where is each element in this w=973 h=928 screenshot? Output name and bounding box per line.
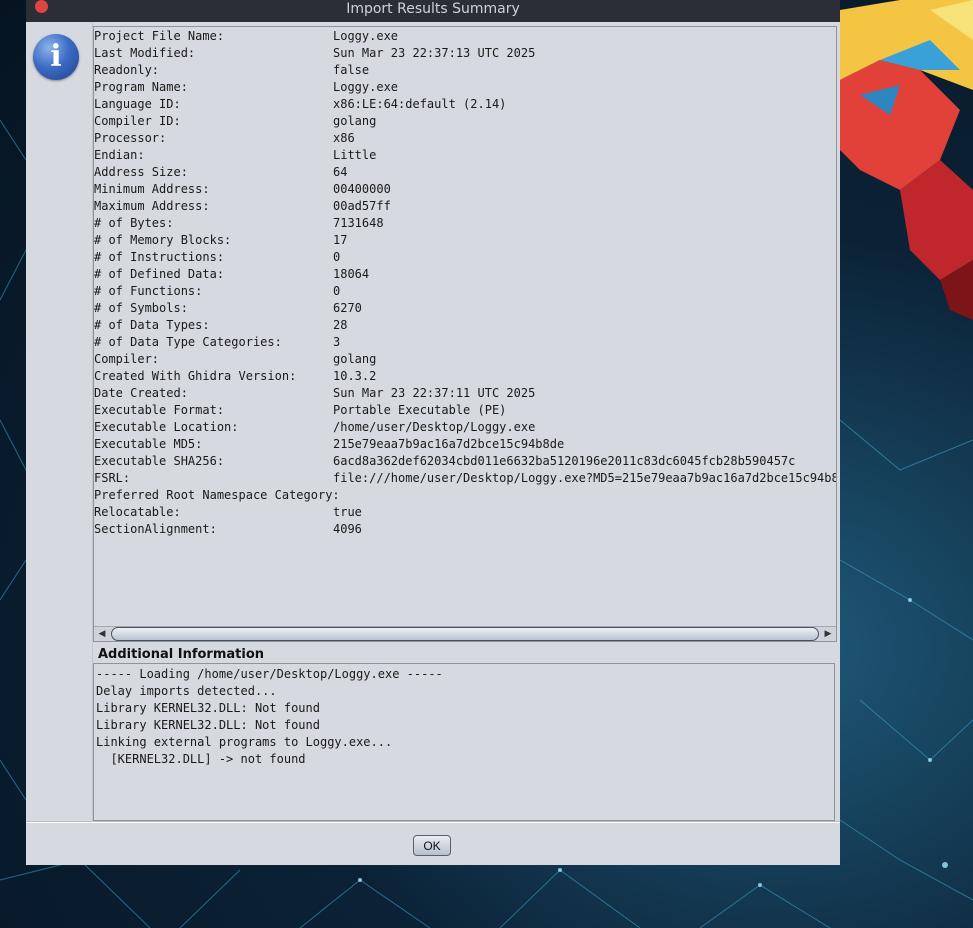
summary-value: 17 bbox=[333, 233, 348, 247]
summary-key: Program Name: bbox=[94, 80, 188, 94]
log-line: Library KERNEL32.DLL: Not found bbox=[96, 701, 320, 715]
additional-information-pane[interactable]: ----- Loading /home/user/Desktop/Loggy.e… bbox=[93, 663, 835, 821]
summary-key: Executable SHA256: bbox=[94, 454, 225, 468]
additional-information-heading: Additional Information bbox=[98, 647, 265, 662]
summary-value: Loggy.exe bbox=[333, 80, 399, 94]
summary-key: Language ID: bbox=[94, 97, 181, 111]
import-results-dialog: Import Results Summary i Project File Na… bbox=[26, 0, 840, 865]
ok-button[interactable]: OK bbox=[413, 835, 451, 856]
summary-value: 6acd8a362def62034cbd011e6632ba5120196e20… bbox=[333, 454, 796, 468]
summary-value: 215e79eaa7b9ac16a7d2bce15c94b8de bbox=[333, 437, 565, 451]
window-title: Import Results Summary bbox=[346, 1, 520, 17]
summary-key: # of Instructions: bbox=[94, 250, 225, 264]
summary-value: 6270 bbox=[333, 301, 362, 315]
summary-value: golang bbox=[333, 114, 377, 128]
summary-value: 0 bbox=[333, 250, 341, 264]
summary-key: # of Defined Data: bbox=[94, 267, 225, 281]
divider bbox=[26, 822, 840, 823]
summary-key: FSRL: bbox=[94, 471, 131, 485]
log-line: Linking external programs to Loggy.exe..… bbox=[96, 735, 393, 749]
summary-key: SectionAlignment: bbox=[94, 522, 217, 536]
summary-key: Maximum Address: bbox=[94, 199, 210, 213]
summary-key: Preferred Root Namespace Category: bbox=[94, 488, 340, 502]
info-icon: i bbox=[33, 34, 79, 80]
summary-key: Executable Location: bbox=[94, 420, 239, 434]
summary-value: 7131648 bbox=[333, 216, 384, 230]
summary-value: x86:LE:64:default (2.14) bbox=[333, 97, 507, 111]
summary-value: 00ad57ff bbox=[333, 199, 391, 213]
horizontal-scrollbar[interactable]: ◀ ▶ bbox=[94, 626, 836, 641]
summary-key: # of Symbols: bbox=[94, 301, 188, 315]
summary-value: x86 bbox=[333, 131, 355, 145]
log-line: Delay imports detected... bbox=[96, 684, 277, 698]
scroll-right-icon[interactable]: ▶ bbox=[821, 627, 835, 641]
summary-value: 10.3.2 bbox=[333, 369, 377, 383]
summary-key: Processor: bbox=[94, 131, 167, 145]
summary-key: Date Created: bbox=[94, 386, 188, 400]
summary-value: 18064 bbox=[333, 267, 370, 281]
summary-value: Little bbox=[333, 148, 377, 162]
summary-key: Project File Name: bbox=[94, 29, 225, 43]
summary-key: Endian: bbox=[94, 148, 145, 162]
summary-value: 0 bbox=[333, 284, 341, 298]
summary-key: Compiler: bbox=[94, 352, 160, 366]
summary-key: # of Data Type Categories: bbox=[94, 335, 282, 349]
log-line: [KERNEL32.DLL] -> not found bbox=[96, 752, 306, 766]
summary-value: Portable Executable (PE) bbox=[333, 403, 507, 417]
log-line: ----- Loading /home/user/Desktop/Loggy.e… bbox=[96, 667, 443, 681]
summary-value: 28 bbox=[333, 318, 348, 332]
summary-value: file:///home/user/Desktop/Loggy.exe?MD5=… bbox=[333, 471, 836, 485]
summary-key: Readonly: bbox=[94, 63, 160, 77]
summary-value: golang bbox=[333, 352, 377, 366]
summary-key: Minimum Address: bbox=[94, 182, 210, 196]
summary-value: 4096 bbox=[333, 522, 362, 536]
summary-value: true bbox=[333, 505, 362, 519]
summary-key: Compiler ID: bbox=[94, 114, 181, 128]
summary-text-pane[interactable]: Project File Name: Loggy.exe Last Modified… bbox=[93, 26, 837, 642]
summary-value: Loggy.exe bbox=[333, 29, 399, 43]
scrollbar-thumb[interactable] bbox=[111, 627, 819, 641]
summary-key: Address Size: bbox=[94, 165, 188, 179]
summary-key: Relocatable: bbox=[94, 505, 181, 519]
summary-key: # of Data Types: bbox=[94, 318, 210, 332]
summary-value: Sun Mar 23 22:37:11 UTC 2025 bbox=[333, 386, 536, 400]
summary-key: Last Modified: bbox=[94, 46, 196, 60]
summary-rows: Project File Name: Loggy.exe Last Modified… bbox=[94, 27, 836, 625]
summary-value: Sun Mar 23 22:37:13 UTC 2025 bbox=[333, 46, 536, 60]
summary-key: Executable MD5: bbox=[94, 437, 203, 451]
summary-key: # of Memory Blocks: bbox=[94, 233, 232, 247]
log-line: Library KERNEL32.DLL: Not found bbox=[96, 718, 320, 732]
title-bar[interactable]: Import Results Summary bbox=[26, 0, 840, 22]
summary-key: Executable Format: bbox=[94, 403, 225, 417]
summary-value: /home/user/Desktop/Loggy.exe bbox=[333, 420, 536, 434]
summary-key: # of Bytes: bbox=[94, 216, 174, 230]
summary-key: # of Functions: bbox=[94, 284, 203, 298]
summary-value: false bbox=[333, 63, 370, 77]
summary-value: 64 bbox=[333, 165, 348, 179]
summary-key: Created With Ghidra Version: bbox=[94, 369, 297, 383]
scroll-left-icon[interactable]: ◀ bbox=[95, 627, 109, 641]
summary-value: 3 bbox=[333, 335, 341, 349]
summary-value: 00400000 bbox=[333, 182, 391, 196]
